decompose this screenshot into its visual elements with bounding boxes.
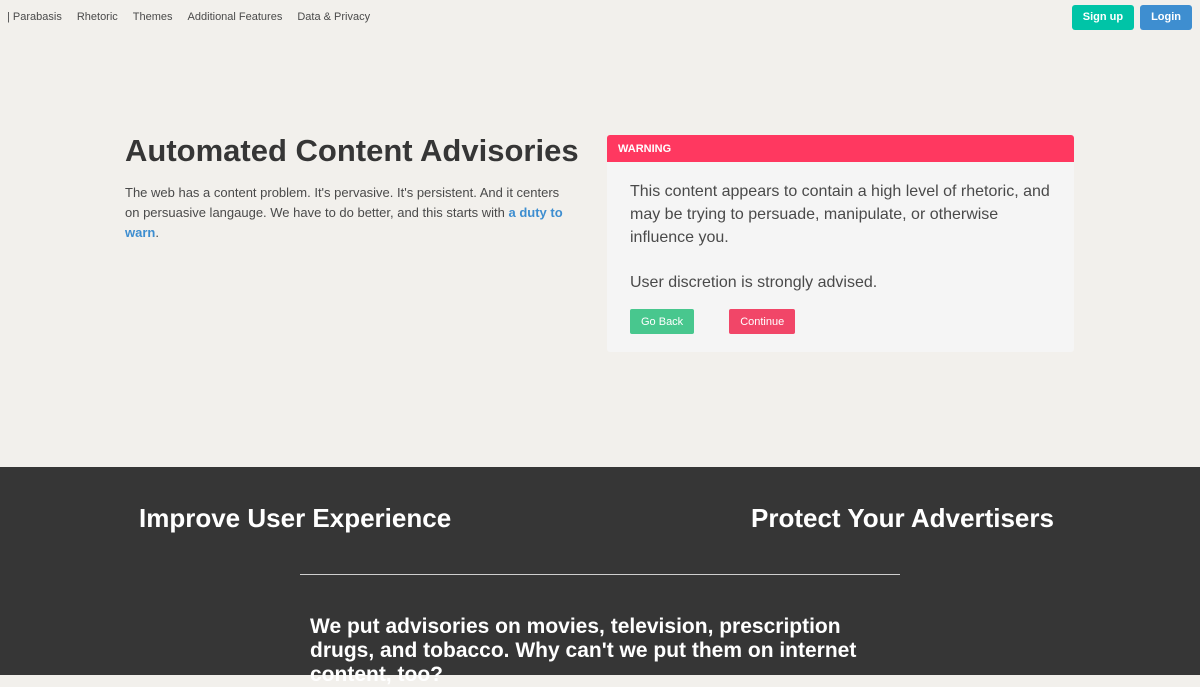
hero-text-body: The web has a content problem. It's perv… (125, 185, 560, 220)
warning-actions: Go Back Continue (630, 309, 1051, 334)
section-divider (300, 574, 900, 575)
feature-title-advertisers: Protect Your Advertisers (751, 503, 1054, 533)
nav-links: | Parabasis Rhetoric Themes Additional F… (0, 11, 385, 23)
nav-item-rhetoric[interactable]: Rhetoric (77, 11, 118, 23)
signup-button[interactable]: Sign up (1071, 4, 1135, 30)
warning-card: WARNING This content appears to contain … (607, 135, 1074, 352)
hero-title: Automated Content Advisories (125, 133, 579, 168)
warning-disclaimer: User discretion is strongly advised. (630, 274, 878, 291)
feature-title-user-experience: Improve User Experience (139, 503, 452, 533)
warning-message: This content appears to contain a high l… (630, 183, 1050, 246)
warning-header: WARNING (607, 135, 1074, 162)
hero-text: The web has a content problem. It's perv… (125, 183, 575, 243)
go-back-button[interactable]: Go Back (630, 309, 695, 334)
nav-item-additional-features[interactable]: Additional Features (188, 11, 283, 23)
nav-item-parabasis[interactable]: | Parabasis (7, 11, 62, 23)
nav-actions: Sign up Login (1071, 4, 1200, 30)
features-tagline: We put advisories on movies, television,… (310, 615, 857, 686)
top-navbar: | Parabasis Rhetoric Themes Additional F… (0, 0, 1200, 34)
hero-text-end: . (155, 225, 159, 240)
nav-item-data-privacy[interactable]: Data & Privacy (297, 11, 370, 23)
features-section: Improve User Experience Protect Your Adv… (0, 467, 1200, 686)
continue-button[interactable]: Continue (729, 309, 796, 334)
nav-item-themes[interactable]: Themes (133, 11, 173, 23)
warning-body: This content appears to contain a high l… (607, 162, 1074, 334)
hero-section: Automated Content Advisories The web has… (125, 133, 579, 243)
login-button[interactable]: Login (1140, 4, 1192, 30)
